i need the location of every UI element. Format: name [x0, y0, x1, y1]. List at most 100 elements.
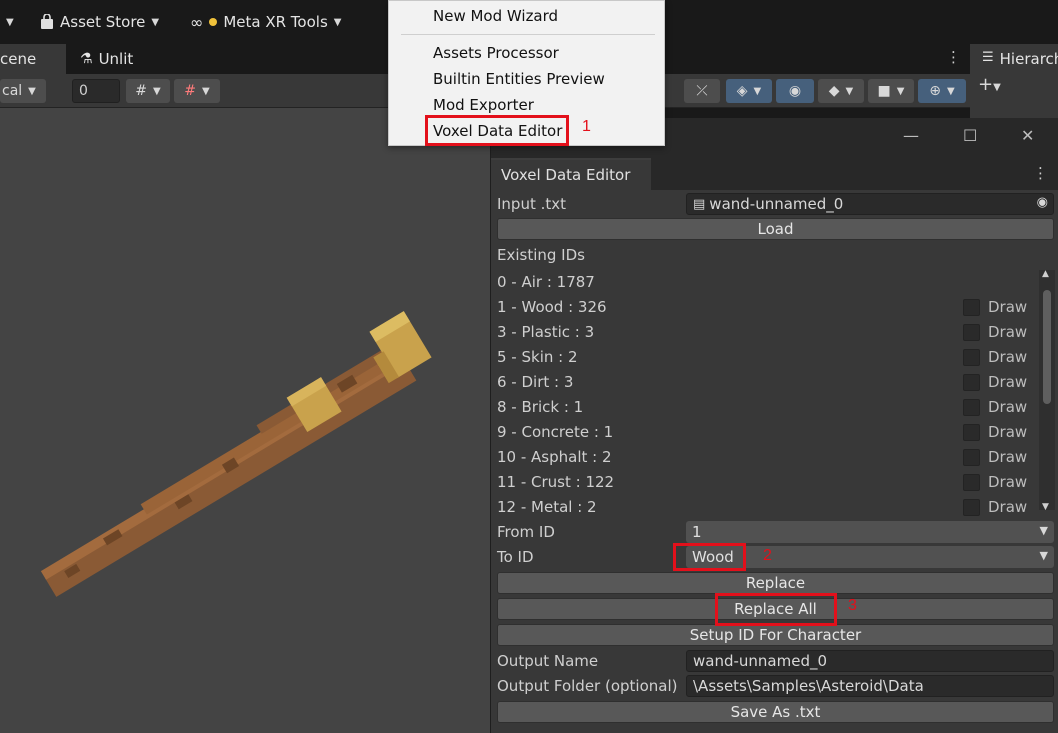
load-button[interactable]: Load	[497, 218, 1054, 240]
input-file-field[interactable]: ▤ wand-unnamed_0 ◉	[686, 193, 1054, 215]
meta-xr-tools-button[interactable]: ∞ Meta XR Tools ▼	[190, 0, 341, 44]
gizmos-button[interactable]: ⊕ ▼	[918, 79, 966, 103]
grid-snap-button[interactable]: # ▼	[126, 79, 170, 103]
draw-toggle[interactable]: Draw	[963, 423, 1027, 441]
slash-icon: ⤫	[696, 83, 708, 99]
draw-toggle[interactable]: Draw	[963, 298, 1027, 316]
draw-checkbox[interactable]	[963, 473, 980, 491]
setup-id-for-character-button[interactable]: Setup ID For Character	[497, 624, 1054, 646]
fx-toggle-button[interactable]: ⤫	[684, 79, 720, 103]
menu-item-new-mod-wizard[interactable]: New Mod Wizard	[433, 4, 558, 28]
list-item: 9 - Concrete : 1 Draw	[497, 421, 1037, 443]
asset-store-button[interactable]: Asset Store ▼	[40, 0, 159, 44]
list-item: 3 - Plastic : 3 Draw	[497, 321, 1037, 343]
tab-unlit[interactable]: ⚗ Unlit	[70, 44, 143, 74]
draw-checkbox[interactable]	[963, 348, 980, 366]
caret-down-icon: ▼	[333, 16, 342, 28]
existing-ids-label: Existing IDs	[497, 246, 585, 264]
output-folder-label: Output Folder (optional)	[497, 677, 678, 695]
draw-checkbox[interactable]	[963, 398, 980, 416]
minimize-icon[interactable]: —	[903, 126, 919, 145]
from-id-label: From ID	[497, 523, 555, 541]
draw-toggle[interactable]: Draw	[963, 398, 1027, 416]
eye-icon: ◉	[788, 83, 802, 99]
id-label: 12 - Metal : 2	[497, 498, 597, 516]
caret-down-icon: ▼	[947, 85, 955, 97]
caret-down-icon: ▼	[845, 85, 854, 97]
scrollbar-thumb[interactable]	[1043, 290, 1051, 404]
id-label: 0 - Air : 1787	[497, 273, 595, 291]
from-id-value: 1	[692, 523, 702, 541]
draw-label: Draw	[988, 348, 1028, 366]
pivot-local-dropdown[interactable]: cal ▼	[0, 79, 46, 103]
draw-checkbox[interactable]	[963, 323, 980, 341]
caret-down-icon: ▼	[153, 85, 161, 97]
layers-icon: ◈	[736, 83, 748, 99]
object-picker-icon[interactable]: ◉	[1037, 195, 1048, 210]
tab-title: Voxel Data Editor	[501, 166, 631, 184]
draw-checkbox[interactable]	[963, 498, 980, 516]
hierarchy-title-label: Hierarch	[999, 50, 1058, 68]
scroll-up-icon[interactable]: ▲	[1042, 269, 1049, 279]
increment-snap-button[interactable]: # ▼	[174, 79, 220, 103]
draw-checkbox[interactable]	[963, 373, 980, 391]
annotation-number: 1	[582, 118, 591, 135]
draw-checkbox[interactable]	[963, 423, 980, 441]
tab-scene[interactable]: cene	[0, 44, 66, 74]
hierarchy-title[interactable]: ☰ Hierarch	[982, 50, 1058, 68]
draw-toggle[interactable]: Draw	[963, 323, 1027, 341]
caret-down-icon: ▼	[753, 85, 762, 97]
output-folder-value: \Assets\Samples\Asteroid\Data	[693, 677, 924, 695]
draw-toggle[interactable]: Draw	[963, 373, 1027, 391]
output-name-label: Output Name	[497, 652, 599, 670]
maximize-icon[interactable]: ☐	[963, 126, 977, 145]
caret-down-icon: ▼	[896, 85, 905, 97]
menu-item-mod-exporter[interactable]: Mod Exporter	[433, 93, 534, 117]
camera-button[interactable]: ■ ▼	[868, 79, 914, 103]
scroll-down-icon[interactable]: ▼	[1042, 502, 1049, 512]
draw-checkbox[interactable]	[963, 298, 980, 316]
snap-value: 0	[79, 83, 88, 99]
draw-mode-button[interactable]: ◆ ▼	[818, 79, 864, 103]
snap-value-field[interactable]: 0	[72, 79, 120, 103]
draw-toggle[interactable]: Draw	[963, 448, 1027, 466]
more-menu-icon[interactable]: ⋮	[946, 48, 961, 66]
list-item: 6 - Dirt : 3 Draw	[497, 371, 1037, 393]
draw-toggle[interactable]: Draw	[963, 498, 1027, 516]
from-id-dropdown[interactable]: 1 ▼	[686, 521, 1054, 543]
output-folder-field[interactable]: \Assets\Samples\Asteroid\Data	[686, 675, 1054, 697]
id-list-scrollbar[interactable]: ▲ ▼	[1039, 269, 1055, 512]
add-icon[interactable]: +▼	[978, 74, 1001, 95]
draw-toggle[interactable]: Draw	[963, 473, 1027, 491]
close-icon[interactable]: ✕	[1021, 126, 1034, 145]
output-name-field[interactable]: wand-unnamed_0	[686, 650, 1054, 672]
more-menu-icon[interactable]: ⋮	[1033, 164, 1048, 182]
caret-down-icon: ▼	[1039, 524, 1048, 537]
caret-down-icon: ▼	[1039, 549, 1048, 562]
list-item: 12 - Metal : 2 Draw	[497, 496, 1037, 518]
input-label: Input .txt	[497, 195, 567, 213]
id-label: 10 - Asphalt : 2	[497, 448, 612, 466]
menu-item-builtin-entities-preview[interactable]: Builtin Entities Preview	[433, 67, 605, 91]
scene-viewport[interactable]	[0, 108, 490, 733]
voxel-data-editor-window: — ☐ ✕ Voxel Data Editor ⋮ Input .txt ▤ w…	[490, 118, 1058, 733]
draw-label: Draw	[988, 398, 1028, 416]
account-dropdown[interactable]: ▼	[6, 0, 14, 44]
draw-toggle[interactable]: Draw	[963, 348, 1027, 366]
menu-item-assets-processor[interactable]: Assets Processor	[433, 41, 559, 65]
input-file-value: wand-unnamed_0	[709, 195, 844, 213]
list-item: 0 - Air : 1787	[497, 271, 1037, 293]
tab-voxel-data-editor[interactable]: Voxel Data Editor	[491, 158, 651, 190]
draw-checkbox[interactable]	[963, 448, 980, 466]
meta-xr-label: Meta XR Tools	[223, 13, 328, 31]
visibility-button[interactable]: ◉	[776, 79, 814, 103]
caret-down-icon: ▼	[28, 85, 36, 97]
highlight-box-replace-all	[715, 593, 837, 626]
replace-button[interactable]: Replace	[497, 572, 1054, 594]
gizmo-layers-button[interactable]: ◈ ▼	[726, 79, 772, 103]
output-name-value: wand-unnamed_0	[693, 652, 828, 670]
grid-snap-icon: #	[184, 83, 197, 99]
save-as-txt-button[interactable]: Save As .txt	[497, 701, 1054, 723]
stack-icon: ◆	[828, 83, 840, 99]
grid-icon: #	[135, 83, 148, 99]
